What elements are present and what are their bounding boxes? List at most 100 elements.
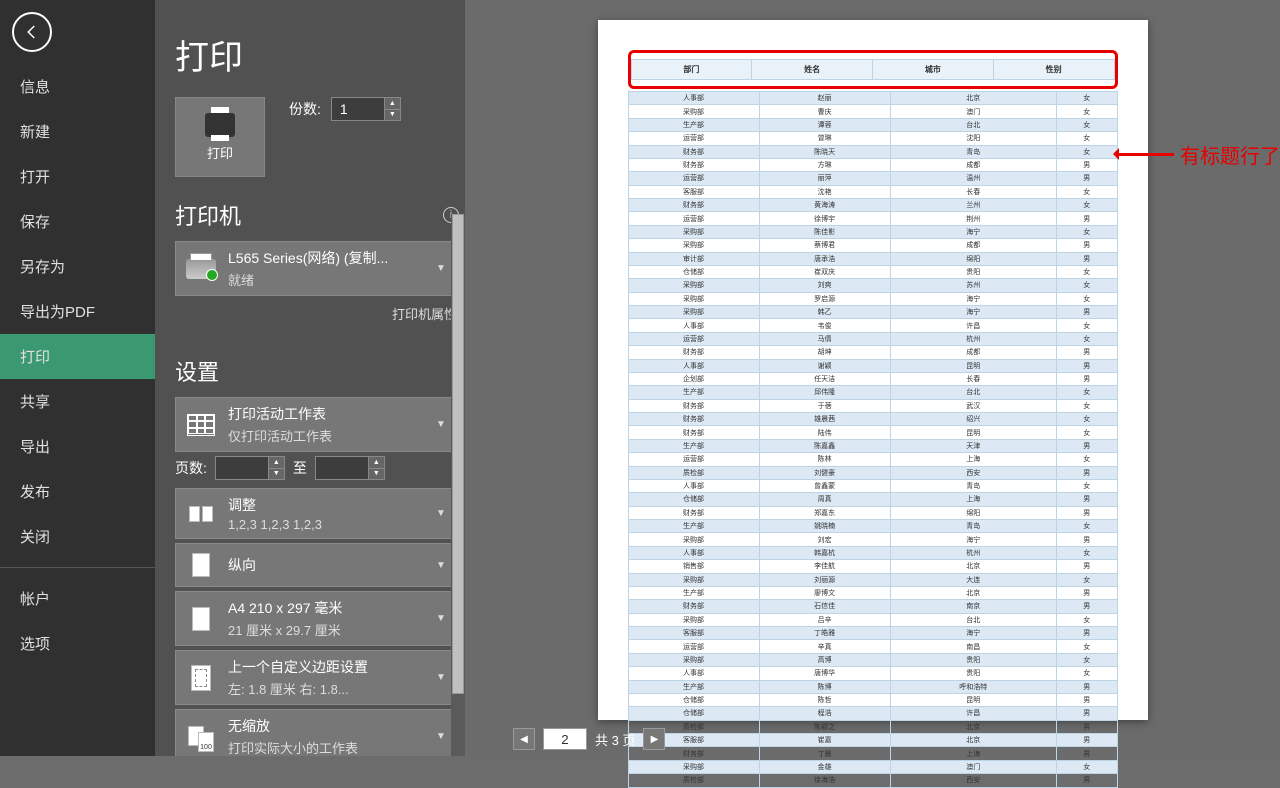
pages-label: 页数: [175,458,207,478]
paper-size-select[interactable]: A4 210 x 297 毫米 21 厘米 x 29.7 厘米 ▼ [175,591,459,646]
next-page-button[interactable]: ▶ [643,728,665,750]
table-row: 采购部蔡博君成都男 [628,239,1117,252]
page-navigator: ◀ 共 3 页 ▶ [513,728,665,750]
arrow-icon [1119,153,1174,156]
table-row: 运营部马倩杭州女 [628,332,1117,345]
table-row: 采购部陈佳影海宁女 [628,225,1117,238]
table-row: 采购部曹庆澳门女 [628,105,1117,118]
nav-item-1[interactable]: 新建 [0,109,155,154]
table-row: 采购部韩乙海宁男 [628,306,1117,319]
table-row: 生产部邱伟隆台北女 [628,386,1117,399]
table-row: 采购部罗启源海宁女 [628,292,1117,305]
table-row: 仓储部崔双庆贵阳女 [628,265,1117,278]
nav-item-5[interactable]: 导出为PDF [0,289,155,334]
table-row: 运营部陈林上海女 [628,453,1117,466]
chevron-down-icon: ▼ [432,508,450,519]
nav-divider [0,567,155,568]
nav-item2-0[interactable]: 帐户 [0,576,155,621]
table-row: 财务部陆伟昆明女 [628,426,1117,439]
spin-up[interactable]: ▲ [268,457,284,469]
table-row: 企划部任天洁长春男 [628,372,1117,385]
table-row: 运营部徐博宇荆州男 [628,212,1117,225]
table-row: 人事部韩嘉杭杭州女 [628,546,1117,559]
nav-item-6[interactable]: 打印 [0,334,155,379]
prev-page-button[interactable]: ◀ [513,728,535,750]
annotation-callout: 有标题行了 [1119,140,1280,169]
table-row: 财务部方琳成都男 [628,158,1117,171]
table-row: 财务部郑嘉东绵阳男 [628,506,1117,519]
nav-item2-1[interactable]: 选项 [0,621,155,666]
print-what-select[interactable]: 打印活动工作表 仅打印活动工作表 ▼ [175,397,459,452]
printer-icon [205,113,235,137]
table-row: 审计部唐承浩绵阳男 [628,252,1117,265]
print-settings-panel: 打印 打印 份数: ▲ ▼ 打印机 i L565 Series(网络) (复制.… [155,0,465,756]
page-to-label: 至 [293,458,307,478]
back-button[interactable] [12,12,52,52]
table-row: 生产部姚晓楠青岛女 [628,520,1117,533]
nav-item-9[interactable]: 发布 [0,469,155,514]
copies-spin-up[interactable]: ▲ [384,98,400,110]
margins-select[interactable]: 上一个自定义边距设置 左: 1.8 厘米 右: 1.8... ▼ [175,650,459,705]
backstage-sidebar: 信息新建打开保存另存为导出为PDF打印共享导出发布关闭 帐户选项 [0,0,155,756]
table-row: 运营部曾琳沈阳女 [628,132,1117,145]
table-row: 采购部刘爽苏州女 [628,279,1117,292]
nav-item-4[interactable]: 另存为 [0,244,155,289]
spin-up[interactable]: ▲ [368,457,384,469]
printer-section-title: 打印机 i [175,199,459,231]
nav-item-2[interactable]: 打开 [0,154,155,199]
chevron-down-icon: ▼ [432,731,450,742]
table-row: 客服部丁皓雅海宁男 [628,627,1117,640]
table-header: 姓名 [752,60,873,80]
print-preview-area: 部门姓名城市性别 人事部赵丽北京女采购部曹庆澳门女生产部谭蓉台北女运营部曾琳沈阳… [465,0,1280,756]
paper-icon [192,607,210,631]
table-row: 采购部金雄澳门女 [628,760,1117,773]
spin-down[interactable]: ▼ [268,469,284,480]
table-row: 客服部崔嘉北京男 [628,734,1117,747]
printer-properties-link[interactable]: 打印机属性 [175,300,459,333]
table-row: 财务部胡坤成都男 [628,346,1117,359]
copies-label: 份数: [289,99,321,119]
total-pages-label: 共 3 页 [595,730,635,749]
nav-item-8[interactable]: 导出 [0,424,155,469]
print-button[interactable]: 打印 [175,97,265,177]
scaling-select[interactable]: 100 无缩放 打印实际大小的工作表 ▼ [175,709,459,756]
scale-icon: 100 [188,726,214,748]
table-header: 城市 [873,60,994,80]
collate-select[interactable]: 调整 1,2,3 1,2,3 1,2,3 ▼ [175,488,459,539]
annotation-header-box: 部门姓名城市性别 [628,50,1118,89]
orientation-select[interactable]: 纵向 ▼ [175,543,459,587]
nav-item-0[interactable]: 信息 [0,64,155,109]
spin-down[interactable]: ▼ [368,469,384,480]
nav-item-3[interactable]: 保存 [0,199,155,244]
printer-device-icon [186,259,216,279]
nav-item-7[interactable]: 共享 [0,379,155,424]
preview-page: 部门姓名城市性别 人事部赵丽北京女采购部曹庆澳门女生产部谭蓉台北女运营部曾琳沈阳… [598,20,1148,720]
copies-spin-down[interactable]: ▼ [384,110,400,121]
table-row: 财务部丁晨上海男 [628,747,1117,760]
print-button-label: 打印 [207,143,233,162]
table-row: 仓储部周真上海男 [628,493,1117,506]
table-row: 采购部吕辛台北女 [628,613,1117,626]
table-row: 客服部沈艳长春女 [628,185,1117,198]
table-row: 财务部黄海涛兰州女 [628,199,1117,212]
table-row: 生产部谭蓉台北女 [628,118,1117,131]
nav-item-10[interactable]: 关闭 [0,514,155,559]
table-row: 运营部丽萍温州男 [628,172,1117,185]
table-row: 人事部唐博华贵阳女 [628,667,1117,680]
margins-icon [191,665,211,691]
chevron-down-icon: ▼ [432,613,450,624]
table-row: 财务部雄晨茜绍兴女 [628,413,1117,426]
settings-scrollbar[interactable] [451,214,465,756]
table-header: 部门 [631,60,752,80]
table-header: 性别 [993,60,1114,80]
table-row: 采购部刘宏海宁男 [628,533,1117,546]
table-row: 质检部刘健豪西安男 [628,466,1117,479]
table-row: 质检部徐海浩西安男 [628,774,1117,787]
worksheet-icon [187,414,215,436]
printer-select[interactable]: L565 Series(网络) (复制... 就绪 ▼ [175,241,459,296]
current-page-input[interactable] [543,728,587,750]
table-row: 财务部陈晓天青岛女 [628,145,1117,158]
settings-section-title: 设置 [175,355,459,387]
chevron-down-icon: ▼ [432,263,450,274]
chevron-down-icon: ▼ [432,672,450,683]
